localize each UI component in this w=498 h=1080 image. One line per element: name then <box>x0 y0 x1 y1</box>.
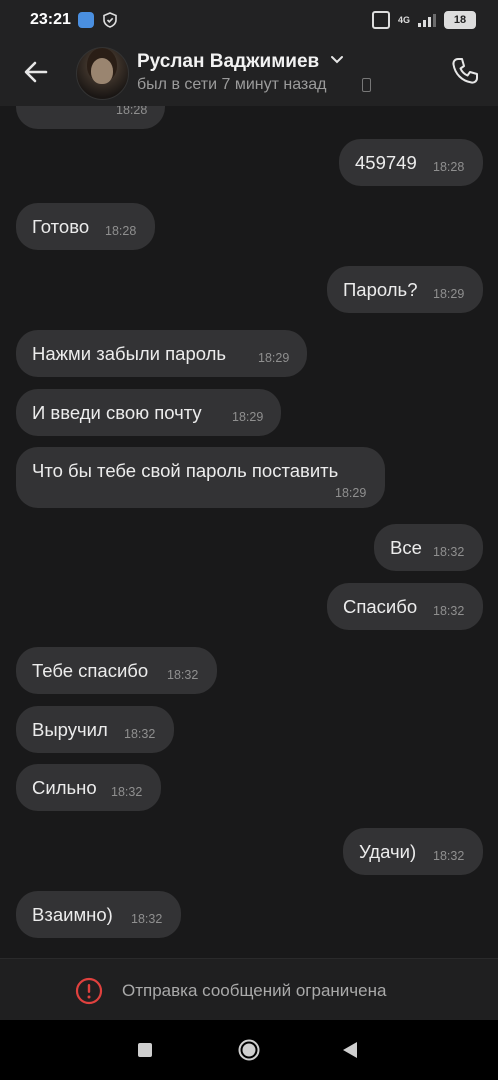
message-text: Готово <box>32 216 90 237</box>
message-time: 18:28 <box>105 224 137 238</box>
message-bubble-incoming[interactable]: Взаимно) 18:32 <box>16 891 181 938</box>
message-text: Сильно <box>32 777 97 798</box>
message-bubble-outgoing[interactable]: Пароль? 18:29 <box>327 266 483 313</box>
phone-call-icon[interactable] <box>450 56 480 86</box>
avatar[interactable] <box>76 47 129 100</box>
chat-header: Руслан Ваджимиев был в сети 7 минут наза… <box>0 40 498 106</box>
network-type: 4G <box>397 15 410 25</box>
back-button[interactable] <box>342 1041 358 1059</box>
message-bubble-incoming[interactable]: 18:28 <box>16 106 165 129</box>
message-time: 18:32 <box>131 912 163 926</box>
system-nav-bar <box>0 1020 498 1080</box>
signal-icon <box>418 13 436 27</box>
message-bubble-incoming[interactable]: Что бы тебе свой пароль поставить 18:29 <box>16 447 385 508</box>
message-time: 18:29 <box>232 410 264 424</box>
last-seen-status: был в сети 7 минут назад <box>137 76 327 93</box>
message-text: Взаимно) <box>32 904 113 925</box>
message-time: 18:29 <box>258 351 290 365</box>
message-time: 18:29 <box>433 287 465 301</box>
shield-icon <box>103 12 117 28</box>
message-text: Пароль? <box>343 279 418 300</box>
message-bubble-outgoing[interactable]: Все 18:32 <box>374 524 483 571</box>
message-bubble-incoming[interactable]: Выручил 18:32 <box>16 706 174 753</box>
restricted-message: Отправка сообщений ограничена <box>122 981 387 1000</box>
message-bubble-outgoing[interactable]: Спасибо 18:32 <box>327 583 483 630</box>
message-time: 18:29 <box>335 486 367 500</box>
screen-record-icon <box>371 11 390 29</box>
status-bar: 23:21 4G 18 <box>0 0 498 40</box>
status-time: 23:21 <box>30 11 71 28</box>
message-time: 18:28 <box>116 106 148 117</box>
message-time: 18:32 <box>433 849 465 863</box>
message-time: 18:32 <box>167 668 199 682</box>
contact-name[interactable]: Руслан Ваджимиев <box>137 51 319 73</box>
message-time: 18:32 <box>433 604 465 618</box>
message-bubble-incoming[interactable]: Готово 18:28 <box>16 203 155 250</box>
message-text: Удачи) <box>359 841 417 862</box>
message-bubble-outgoing[interactable]: Удачи) 18:32 <box>343 828 483 875</box>
message-text: Спасибо <box>343 596 418 617</box>
message-bubble-incoming[interactable]: И введи свою почту 18:29 <box>16 389 281 436</box>
message-text: И введи свою почту <box>32 402 202 423</box>
message-text: Что бы тебе свой пароль поставить <box>32 460 339 481</box>
warning-icon <box>75 977 103 1005</box>
mobile-device-icon <box>362 78 371 92</box>
message-text: Все <box>390 537 422 558</box>
message-text: Тебе спасибо <box>32 660 149 681</box>
message-text: Выручил <box>32 719 108 740</box>
back-arrow-icon[interactable] <box>22 58 50 86</box>
home-button[interactable] <box>238 1039 260 1061</box>
message-time: 18:32 <box>433 545 465 559</box>
message-time: 18:28 <box>433 160 465 174</box>
battery-icon: 18 <box>444 11 476 29</box>
chevron-down-icon[interactable] <box>330 55 344 65</box>
message-bubble-incoming[interactable]: Нажми забыли пароль 18:29 <box>16 330 307 377</box>
recent-apps-button[interactable] <box>138 1043 152 1057</box>
message-text: Нажми забыли пароль <box>32 343 227 364</box>
message-bubble-outgoing[interactable]: 459749 18:28 <box>339 139 483 186</box>
message-bubble-incoming[interactable]: Сильно 18:32 <box>16 764 161 811</box>
message-time: 18:32 <box>111 785 143 799</box>
message-bubble-incoming[interactable]: Тебе спасибо 18:32 <box>16 647 217 694</box>
message-text: 459749 <box>355 152 417 173</box>
messaging-restricted-bar: Отправка сообщений ограничена <box>0 958 498 1021</box>
message-time: 18:32 <box>124 727 156 741</box>
message-list[interactable]: 18:28 459749 18:28 Готово 18:28 Пароль? … <box>0 106 498 958</box>
app-notification-icon <box>78 12 94 28</box>
